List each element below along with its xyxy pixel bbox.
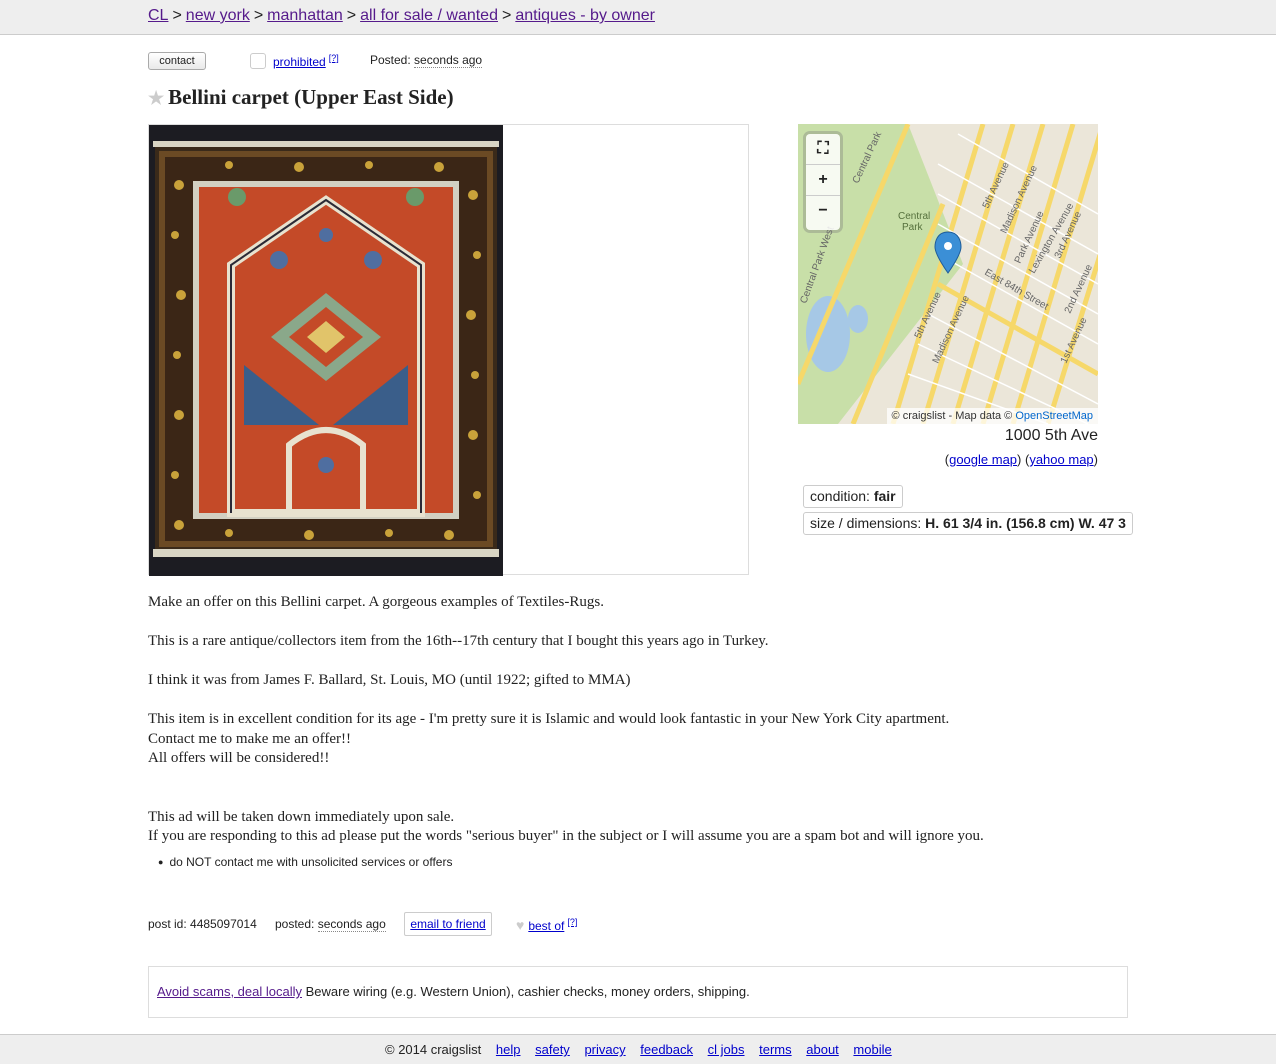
body-line: This item is in excellent condition for …: [148, 710, 1148, 730]
body-line: Contact me to make me an offer!!: [148, 730, 1148, 750]
map-links: (google map) (yahoo map): [798, 452, 1098, 467]
prohibited-link[interactable]: prohibited: [273, 55, 326, 69]
body-line: All offers will be considered!!: [148, 749, 1148, 769]
scam-warning: Avoid scams, deal locally Beware wiring …: [148, 966, 1128, 1018]
avoid-scams-link[interactable]: Avoid scams, deal locally: [157, 984, 302, 999]
best-of-link[interactable]: best of: [528, 919, 564, 933]
footer-link-terms[interactable]: terms: [759, 1042, 792, 1057]
notices-list: ● do NOT contact me with unsolicited serv…: [158, 855, 452, 869]
posted-date: Posted: seconds ago: [370, 53, 482, 67]
post-id: post id: 4485097014: [148, 917, 257, 931]
footer-link-mobile[interactable]: mobile: [853, 1042, 891, 1057]
fullscreen-icon[interactable]: ⛶: [806, 134, 840, 165]
posted-value: seconds ago: [414, 53, 482, 68]
map-address: 1000 5th Ave: [798, 427, 1098, 445]
location-map[interactable]: Central Park Central Park Central Park W…: [798, 124, 1098, 424]
favorite-star-icon[interactable]: ★: [148, 88, 164, 108]
breadcrumb-cl[interactable]: CL: [148, 7, 168, 24]
map-controls: ⛶ + −: [806, 134, 840, 230]
heart-icon[interactable]: ♥: [516, 917, 524, 933]
best-of-help-link[interactable]: [?]: [567, 917, 577, 927]
zoom-in-button[interactable]: +: [806, 165, 840, 196]
breadcrumb-manhattan[interactable]: manhattan: [267, 7, 343, 24]
breadcrumb-separator: >: [502, 7, 511, 24]
attribute-condition: condition: fair: [803, 485, 903, 508]
breadcrumb-separator: >: [172, 7, 181, 24]
posting-title-text: Bellini carpet (Upper East Side): [168, 85, 453, 109]
posted-label: Posted:: [370, 53, 411, 67]
map-attribution: © craigslist - Map data © OpenStreetMap: [887, 408, 1098, 424]
body-line: This ad will be taken down immediately u…: [148, 808, 1148, 828]
yahoo-map-link[interactable]: yahoo map: [1029, 452, 1093, 467]
posted-value: seconds ago: [318, 917, 386, 932]
attribute-label: size / dimensions:: [810, 515, 921, 531]
copyright: © 2014 craigslist: [385, 1042, 481, 1057]
carpet-image[interactable]: [149, 125, 503, 576]
flag-checkbox[interactable]: [250, 53, 266, 69]
footer-link-help[interactable]: help: [496, 1042, 521, 1057]
footer: © 2014 craigslist help safety privacy fe…: [0, 1034, 1276, 1064]
prohibited-help-link[interactable]: [?]: [329, 53, 339, 63]
contact-button[interactable]: contact: [148, 52, 206, 70]
footer-link-feedback[interactable]: feedback: [640, 1042, 693, 1057]
attribute-size: size / dimensions: H. 61 3/4 in. (156.8 …: [803, 512, 1133, 535]
best-of: ♥ best of[?]: [516, 917, 577, 933]
body-line: Make an offer on this Bellini carpet. A …: [148, 593, 1148, 613]
breadcrumb-bar: CL>new york>manhattan>all for sale / wan…: [0, 0, 1276, 35]
google-map-link[interactable]: google map: [949, 452, 1017, 467]
attribute-label: condition:: [810, 488, 870, 504]
openstreetmap-link[interactable]: OpenStreetMap: [1015, 410, 1093, 422]
prohibited-flag: prohibited[?]: [273, 53, 339, 69]
email-to-friend-link[interactable]: email to friend: [410, 917, 485, 931]
map-attribution-text: © craigslist - Map data ©: [892, 410, 1013, 422]
attribute-value: H. 61 3/4 in. (156.8 cm) W. 47 3: [925, 515, 1126, 531]
breadcrumb-new-york[interactable]: new york: [186, 7, 250, 24]
footer-link-about[interactable]: about: [806, 1042, 839, 1057]
zoom-out-button[interactable]: −: [806, 196, 840, 226]
post-posted: posted: seconds ago: [275, 917, 386, 931]
footer-link-cl-jobs[interactable]: cl jobs: [708, 1042, 745, 1057]
breadcrumb: CL>new york>manhattan>all for sale / wan…: [148, 7, 655, 25]
breadcrumb-for-sale[interactable]: all for sale / wanted: [360, 7, 498, 24]
body-line: If you are responding to this ad please …: [148, 827, 1148, 847]
map-tiles: Central Park Central Park Central Park W…: [798, 124, 1098, 424]
breadcrumb-separator: >: [254, 7, 263, 24]
footer-link-safety[interactable]: safety: [535, 1042, 570, 1057]
posted-label: posted:: [275, 917, 314, 931]
breadcrumb-antiques[interactable]: antiques - by owner: [515, 7, 655, 24]
image-gallery: [148, 124, 749, 575]
body-line: This is a rare antique/collectors item f…: [148, 632, 1148, 652]
posting-title: ★Bellini carpet (Upper East Side): [148, 85, 454, 110]
scam-warning-text: Beware wiring (e.g. Western Union), cash…: [306, 984, 750, 999]
bullet-icon: ●: [158, 857, 163, 867]
posting-body: Make an offer on this Bellini carpet. A …: [148, 593, 1148, 847]
attribute-value: fair: [874, 488, 896, 504]
breadcrumb-separator: >: [347, 7, 356, 24]
notice-item: do NOT contact me with unsolicited servi…: [169, 855, 452, 869]
email-to-friend-button[interactable]: email to friend: [404, 912, 492, 936]
svg-text:Park: Park: [902, 222, 924, 233]
body-line: I think it was from James F. Ballard, St…: [148, 671, 1148, 691]
footer-links: © 2014 craigslist help safety privacy fe…: [385, 1042, 892, 1057]
map-label-central-park: Central: [898, 211, 930, 222]
footer-link-privacy[interactable]: privacy: [584, 1042, 625, 1057]
